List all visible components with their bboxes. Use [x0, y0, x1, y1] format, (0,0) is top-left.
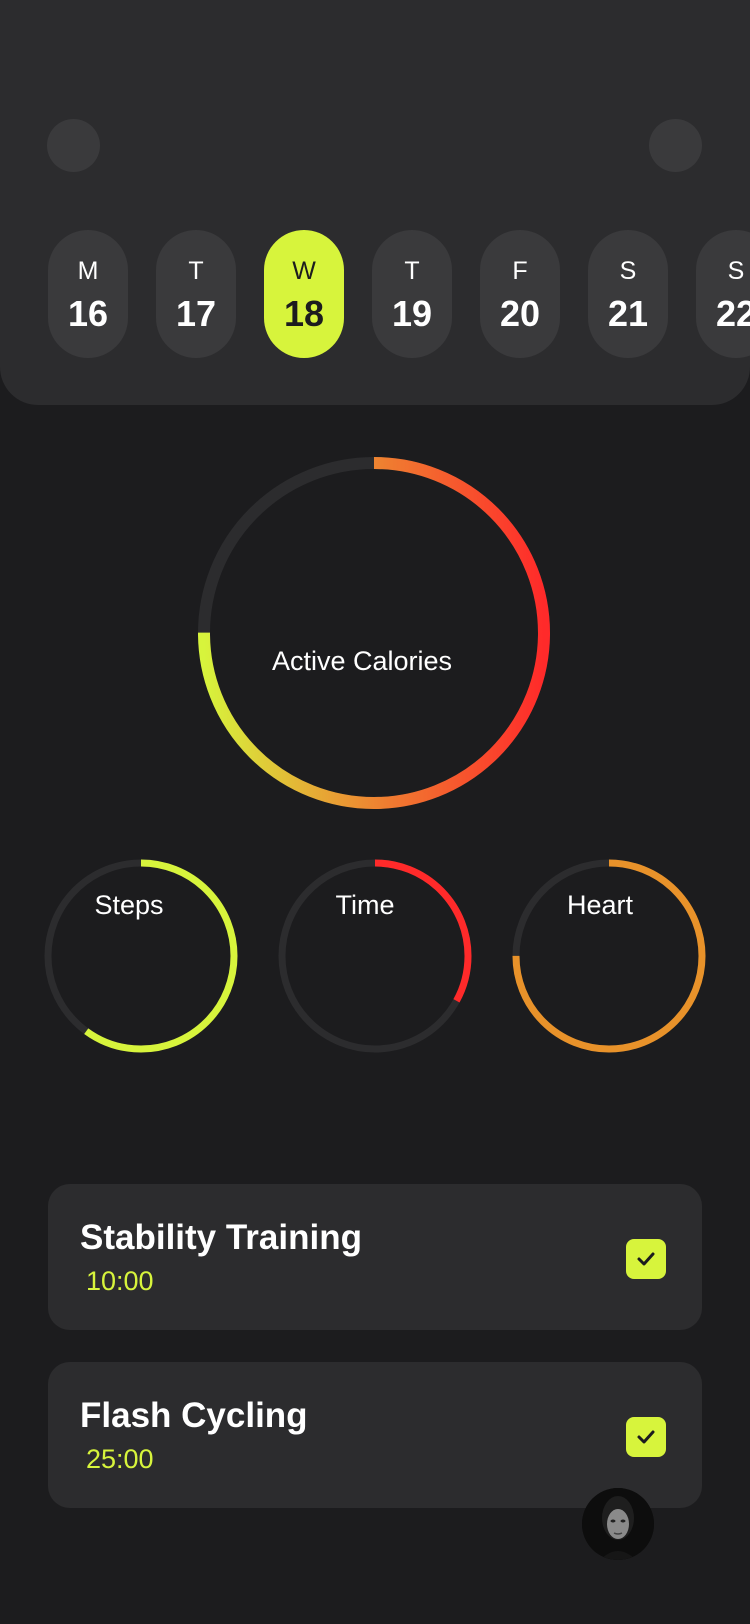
day-number: 19 [391, 293, 433, 334]
user-avatar-icon [582, 1488, 654, 1560]
day-chip-selected[interactable]: W 18 [264, 230, 344, 358]
header-right-button[interactable] [649, 119, 702, 172]
workout-time: 25:00 [86, 1444, 154, 1474]
day-chip[interactable]: T 19 [372, 230, 452, 358]
day-chip[interactable]: M 16 [48, 230, 128, 358]
workout-title: Flash Cycling [80, 1396, 308, 1435]
workout-title: Stability Training [80, 1218, 362, 1257]
check-icon[interactable] [626, 1417, 666, 1457]
time-label: Time [335, 890, 395, 920]
steps-ring [44, 859, 238, 1053]
date-header: M 16 T 17 W 18 T 19 F 20 S 21 S 22 [0, 0, 750, 405]
heart-ring [512, 859, 706, 1053]
day-letter: W [292, 257, 316, 285]
workout-card[interactable]: Stability Training 10:00 [48, 1184, 702, 1330]
day-letter: T [188, 257, 204, 285]
day-selector: M 16 T 17 W 18 T 19 F 20 S 21 S 22 [48, 230, 750, 358]
header-left-button[interactable] [47, 119, 100, 172]
day-letter: T [404, 257, 420, 285]
workout-card[interactable]: Flash Cycling 25:00 [48, 1362, 702, 1508]
day-letter: F [512, 257, 528, 285]
day-letter: M [77, 257, 99, 285]
day-letter: S [727, 257, 745, 285]
day-chip[interactable]: S 21 [588, 230, 668, 358]
check-icon[interactable] [626, 1239, 666, 1279]
day-number: 21 [607, 293, 649, 334]
day-number: 16 [67, 293, 109, 334]
active-calories-label: Active Calories [271, 646, 453, 676]
day-chip[interactable]: S 22 [696, 230, 750, 358]
day-number: 20 [499, 293, 541, 334]
time-ring [278, 859, 472, 1053]
avatar[interactable] [582, 1488, 654, 1560]
workout-time: 10:00 [86, 1266, 154, 1296]
day-chip[interactable]: T 17 [156, 230, 236, 358]
day-number: 22 [715, 293, 750, 334]
heart-label: Heart [566, 890, 634, 920]
day-chip[interactable]: F 20 [480, 230, 560, 358]
active-calories-ring [198, 457, 550, 809]
day-number: 18 [283, 293, 325, 334]
steps-label: Steps [94, 890, 164, 920]
day-letter: S [619, 257, 637, 285]
day-number: 17 [175, 293, 217, 334]
